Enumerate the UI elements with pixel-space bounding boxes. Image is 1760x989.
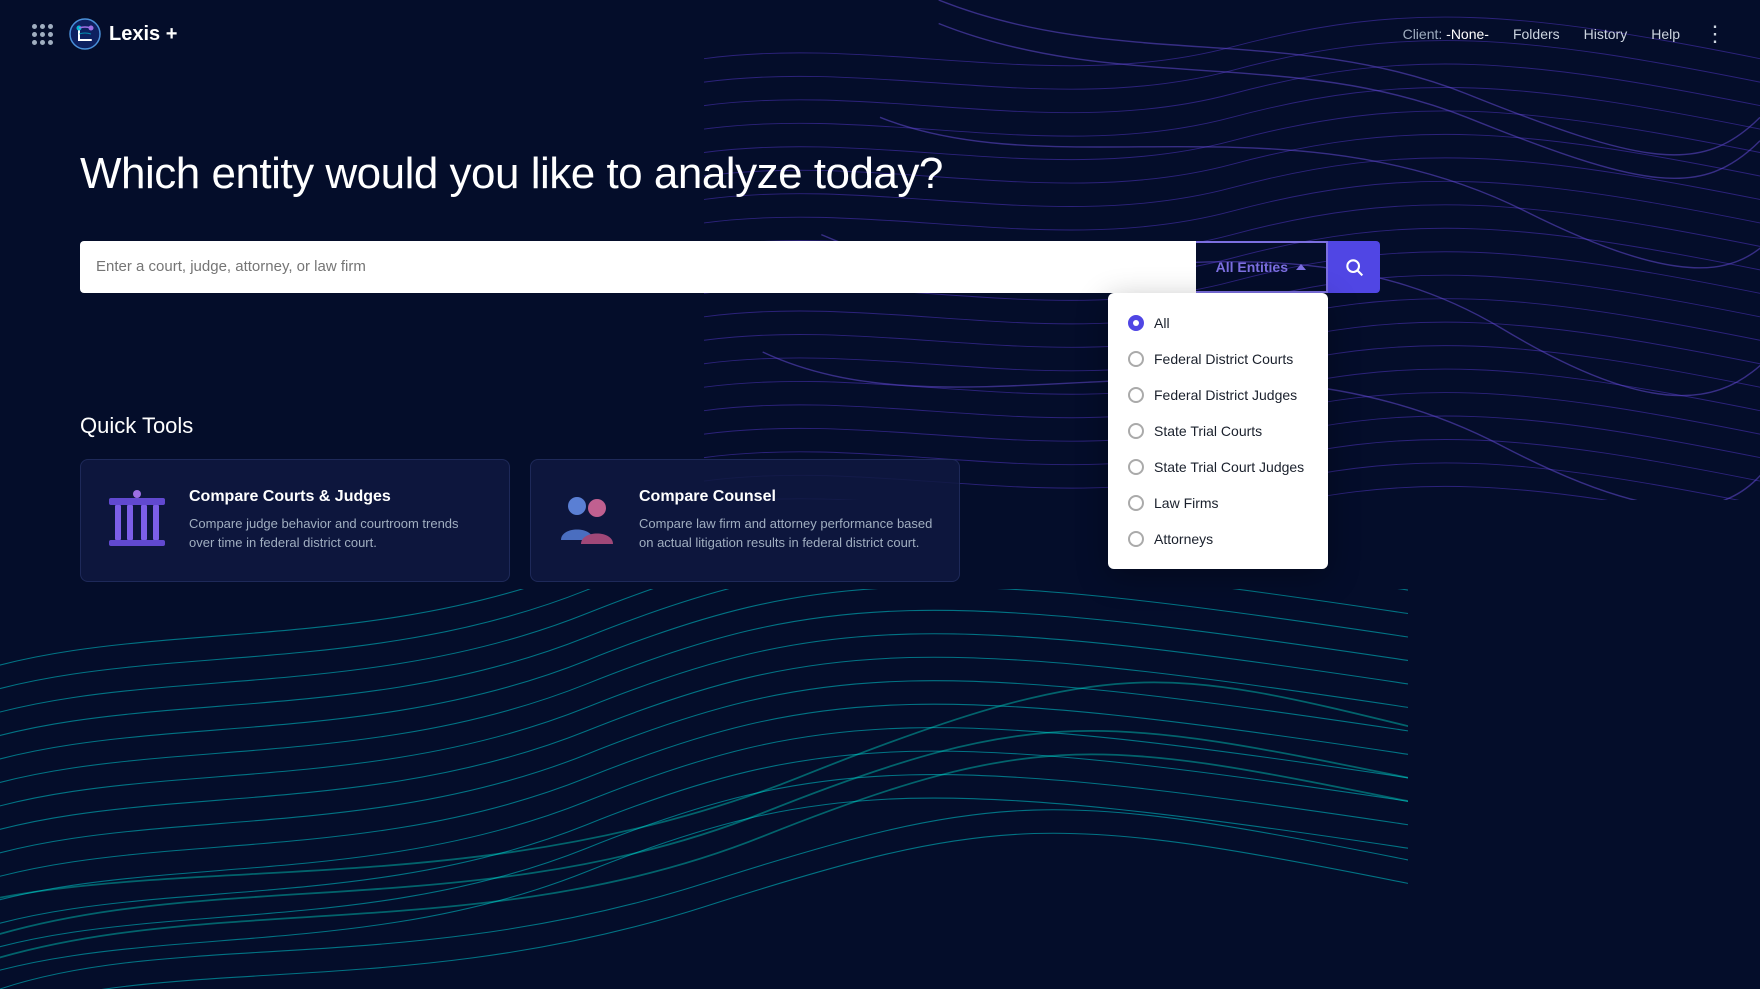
dropdown-label-all: All (1154, 315, 1170, 331)
dropdown-option-federal-district-courts[interactable]: Federal District Courts (1108, 341, 1328, 377)
compare-courts-description: Compare judge behavior and courtroom tre… (189, 514, 485, 553)
compare-courts-info: Compare Courts & Judges Compare judge be… (189, 488, 485, 553)
dropdown-option-federal-district-judges[interactable]: Federal District Judges (1108, 377, 1328, 413)
radio-all (1128, 315, 1144, 331)
search-input[interactable] (96, 258, 1180, 275)
compare-counsel-description: Compare law firm and attorney performanc… (639, 514, 935, 553)
compare-counsel-icon (555, 488, 619, 552)
logo[interactable]: Lexis + (69, 18, 177, 50)
compare-courts-card[interactable]: Compare Courts & Judges Compare judge be… (80, 459, 510, 582)
folders-link[interactable]: Folders (1513, 26, 1560, 42)
quick-tools-section: Quick Tools Compare Courts & Judges Comp… (0, 413, 1760, 582)
navbar-right: Client: -None- Folders History Help ⋮ (1403, 21, 1728, 47)
main-content: Which entity would you like to analyze t… (0, 68, 1760, 413)
dropdown-option-all[interactable]: All (1108, 305, 1328, 341)
navbar-left: Lexis + (32, 18, 177, 50)
search-icon (1344, 257, 1364, 277)
apps-grid-icon[interactable] (32, 24, 53, 45)
radio-federal-district-judges (1128, 387, 1144, 403)
search-container: All Entities AllFederal District CourtsF… (80, 241, 1380, 293)
compare-courts-title: Compare Courts & Judges (189, 488, 485, 506)
page-headline: Which entity would you like to analyze t… (80, 148, 1680, 201)
dropdown-label-federal-district-courts: Federal District Courts (1154, 351, 1293, 367)
entity-filter-button[interactable]: All Entities (1196, 241, 1328, 293)
logo-text: Lexis + (109, 23, 177, 46)
compare-counsel-card[interactable]: Compare Counsel Compare law firm and att… (530, 459, 960, 582)
navbar: Lexis + Client: -None- Folders History H… (0, 0, 1760, 68)
history-link[interactable]: History (1584, 26, 1628, 42)
quick-tools-grid: Compare Courts & Judges Compare judge be… (80, 459, 1680, 582)
client-info: Client: -None- (1403, 26, 1489, 42)
dropdown-label-federal-district-judges: Federal District Judges (1154, 387, 1297, 403)
compare-counsel-info: Compare Counsel Compare law firm and att… (639, 488, 935, 553)
search-button[interactable] (1328, 241, 1380, 293)
filter-button-label: All Entities (1216, 259, 1288, 275)
quick-tools-title: Quick Tools (80, 413, 1680, 439)
radio-federal-district-courts (1128, 351, 1144, 367)
chevron-up-icon (1296, 264, 1306, 270)
compare-courts-icon (105, 488, 169, 552)
more-options-icon[interactable]: ⋮ (1704, 21, 1728, 47)
search-input-wrapper (80, 241, 1196, 293)
compare-counsel-title: Compare Counsel (639, 488, 935, 506)
help-link[interactable]: Help (1651, 26, 1680, 42)
